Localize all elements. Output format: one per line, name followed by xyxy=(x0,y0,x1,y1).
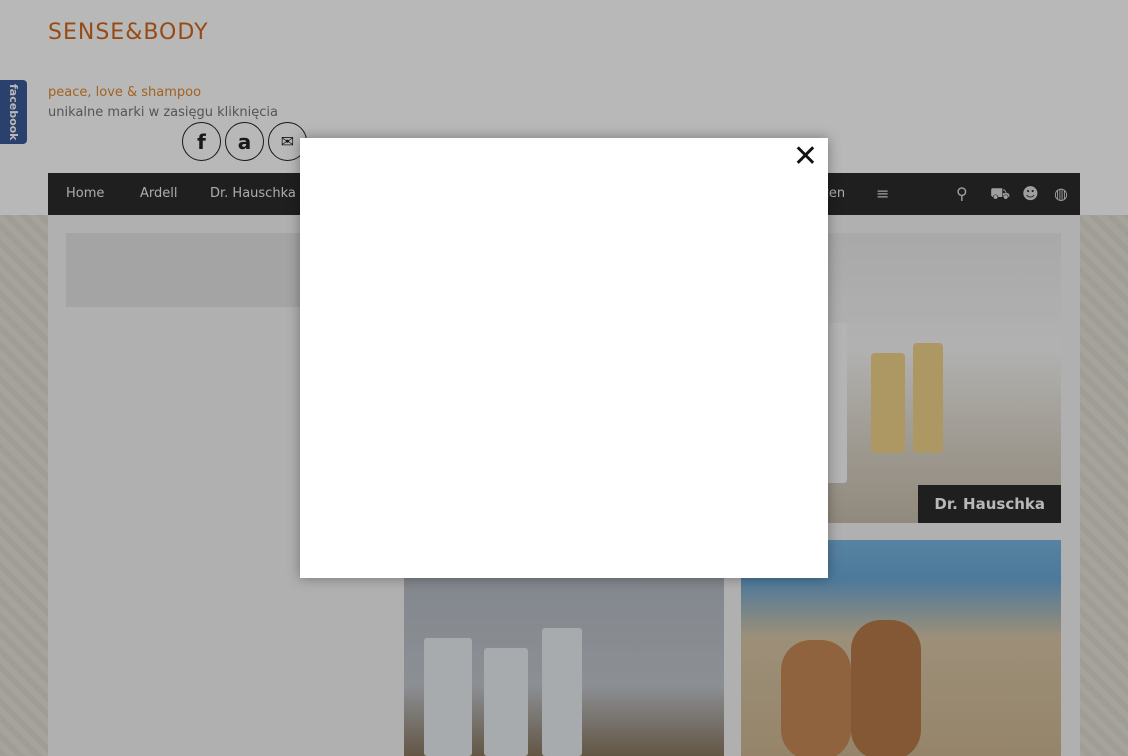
modal-dialog: ✕ xyxy=(300,138,828,578)
close-icon[interactable]: ✕ xyxy=(793,142,818,172)
